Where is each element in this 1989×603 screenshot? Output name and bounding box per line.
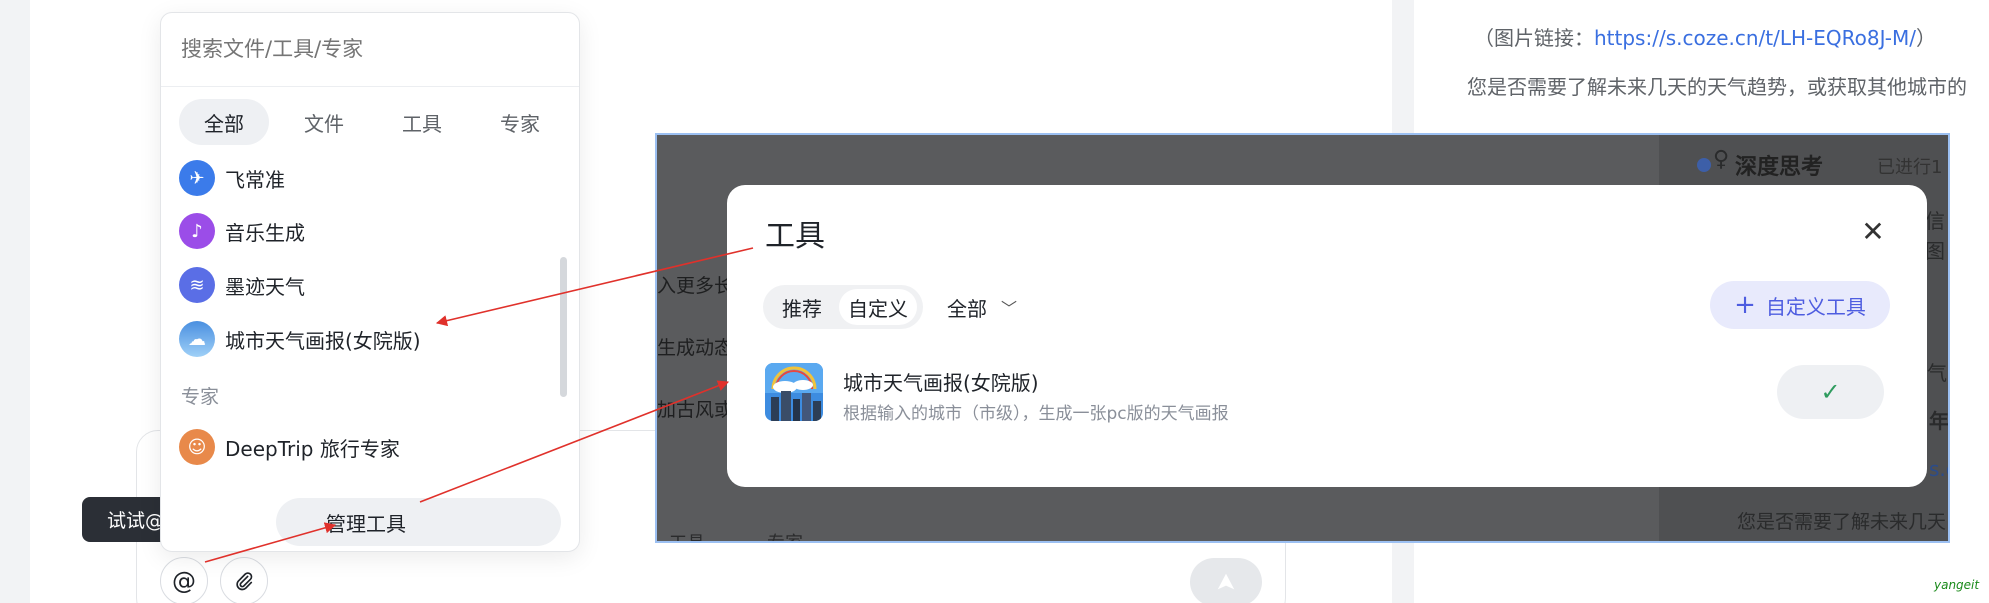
popup-tab-experts[interactable]: 专家 [475, 99, 565, 145]
image-link[interactable]: https://s.coze.cn/t/LH-EQRo8J-M/ [1594, 26, 1916, 50]
bg-timeline-dot [1697, 158, 1711, 172]
bg-follow-up-question: 您是否需要了解未来几天 [1737, 511, 1947, 533]
popup-divider [161, 86, 579, 87]
music-icon: ♪ [179, 213, 215, 249]
attach-button[interactable] [220, 557, 268, 603]
popup-tool-label: 城市天气画报(女院版) [225, 328, 421, 353]
link-prefix: （图片链接： [1474, 26, 1594, 50]
link-suffix: ） [1915, 26, 1936, 50]
popup-tool-label: 墨迹天气 [225, 274, 305, 299]
city-weather-icon: ☁ [179, 321, 215, 357]
add-custom-tool-label: 自定义工具 [1765, 294, 1866, 319]
bg-bottom-snippet: 专家 [767, 529, 803, 541]
bg-deep-think-title: 深度思考 [1735, 155, 1824, 180]
bg-left-snippet: 入更多长 [657, 275, 734, 297]
modal-title: 工具 [765, 219, 825, 254]
filter-value: 全部 [947, 296, 987, 321]
bg-bottom-snippet: 工具 [669, 529, 705, 541]
mention-popup: 全部 文件 工具 专家 ✈ 飞常准 ♪ 音乐生成 ≋ 墨迹天气 ☁ 城市天气画报… [160, 12, 580, 552]
send-button[interactable] [1190, 558, 1262, 603]
popup-tool-item[interactable]: ☁ 城市天气画报(女院版) [179, 319, 559, 359]
popup-tab-files[interactable]: 文件 [279, 99, 369, 145]
popup-expert-label: DeepTrip 旅行专家 [225, 436, 400, 461]
tool-added-button[interactable]: ✓ [1777, 365, 1884, 419]
travel-expert-avatar: ☺ [179, 429, 215, 465]
send-icon [1217, 573, 1235, 590]
popup-search-input[interactable] [181, 29, 561, 69]
bg-left-snippet: 加古风或 [657, 399, 734, 421]
popup-tab-tools[interactable]: 工具 [377, 99, 467, 145]
popup-tab-all[interactable]: 全部 [179, 99, 269, 145]
tool-row[interactable]: 城市天气画报(女院版) 根据输入的城市（市级），生成一张pc版的天气画报 ✓ [765, 363, 1890, 427]
watermark: yangeit [1934, 578, 1980, 592]
at-icon: @ [172, 567, 196, 595]
bg-right-snippet: 气 [1927, 361, 1947, 385]
popup-expert-item[interactable]: ☺ DeepTrip 旅行专家 [179, 427, 559, 467]
paperclip-icon [236, 572, 253, 591]
tool-name: 城市天气画报(女院版) [843, 371, 1039, 395]
weather-swirl-icon: ≋ [179, 267, 215, 303]
tab-recommend[interactable]: 推荐 [769, 289, 835, 325]
popup-tool-label: 音乐生成 [225, 220, 305, 245]
chevron-down-icon: ﹀ [1001, 299, 1018, 318]
popup-scrollbar[interactable] [560, 257, 567, 397]
check-icon: ✓ [1820, 378, 1841, 406]
bg-right-snippet: 信 [1925, 209, 1945, 233]
add-custom-tool-button[interactable]: + 自定义工具 [1710, 281, 1890, 329]
close-icon[interactable]: ✕ [1857, 215, 1889, 248]
popup-tool-label: 飞常准 [225, 167, 285, 192]
tools-modal: 工具 ✕ 推荐 自定义 全部 ﹀ + 自定义工具 城市天气画报(女院版) 根据输… [727, 185, 1927, 487]
image-link-line: （图片链接：https://s.coze.cn/t/LH-EQRo8J-M/） [1474, 22, 1936, 51]
plus-icon: + [1734, 290, 1756, 320]
popup-tool-item[interactable]: ✈ 飞常准 [179, 158, 559, 198]
city-weather-thumbnail [765, 363, 823, 421]
bg-right-snippet: 图 [1925, 239, 1945, 263]
popup-tool-item[interactable]: ♪ 音乐生成 [179, 211, 559, 251]
bg-deep-think-status: 已进行1 [1877, 157, 1943, 178]
mention-button[interactable]: @ [160, 557, 208, 603]
modal-tab-group: 推荐 自定义 [763, 285, 923, 329]
popup-tool-item[interactable]: ≋ 墨迹天气 [179, 265, 559, 305]
experts-section-label: 专家 [181, 386, 220, 408]
manage-tools-button[interactable]: 管理工具 [276, 498, 561, 546]
plane-icon: ✈ [179, 160, 215, 196]
follow-up-question: 您是否需要了解未来几天的天气趋势，或获取其他城市的 [1467, 75, 1967, 99]
bg-right-snippet: s.c [1929, 457, 1948, 481]
tool-description: 根据输入的城市（市级），生成一张pc版的天气画报 [843, 404, 1229, 424]
tab-custom[interactable]: 自定义 [839, 289, 917, 325]
bulb-icon: ♀ [1713, 147, 1730, 172]
filter-dropdown[interactable]: 全部 ﹀ [947, 287, 1017, 327]
tools-modal-screenshot: 入更多长 生成动态 加古风或 工具 专家 ♀ 深度思考 已进行1 信 图 气 年… [655, 133, 1950, 543]
bg-right-snippet: 年 [1929, 409, 1949, 433]
bg-left-snippet: 生成动态 [657, 337, 734, 359]
